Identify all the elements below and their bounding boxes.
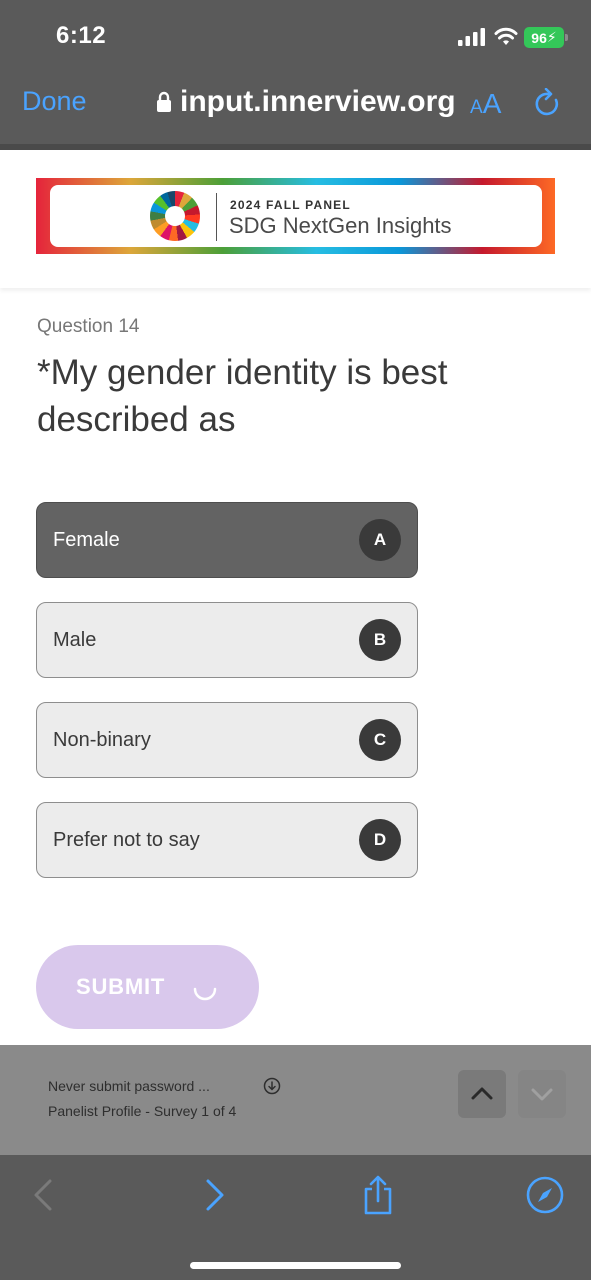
- banner-card: 2024 FALL PANEL SDG NextGen Insights: [50, 185, 542, 247]
- wifi-icon: [494, 27, 518, 45]
- header-banner-area: 2024 FALL PANEL SDG NextGen Insights: [0, 150, 591, 288]
- next-match-button[interactable]: [518, 1070, 566, 1118]
- aa-large: A: [482, 88, 502, 119]
- back-icon[interactable]: [24, 1175, 64, 1215]
- chevron-up-icon: [471, 1087, 493, 1100]
- home-indicator: [190, 1262, 401, 1269]
- sdg-wheel-logo: [150, 191, 200, 241]
- aa-small: A: [470, 97, 483, 118]
- browser-toolbar: Done input.innerview.org AA: [0, 72, 591, 150]
- status-time: 6:12: [56, 22, 107, 49]
- done-button[interactable]: Done: [22, 86, 87, 117]
- option-key-badge: A: [359, 519, 401, 561]
- option-key-badge: D: [359, 819, 401, 861]
- compass-icon[interactable]: [525, 1175, 565, 1215]
- chevron-down-icon: [531, 1088, 553, 1101]
- option-female[interactable]: Female A: [36, 502, 418, 578]
- option-label: Prefer not to say: [53, 828, 200, 851]
- text-size-button[interactable]: AA: [470, 88, 501, 120]
- lock-icon: [157, 91, 171, 112]
- battery-level: 96: [531, 29, 547, 46]
- url-text: input.innerview.org: [180, 85, 456, 118]
- signal-icon: [458, 28, 485, 46]
- find-page-title: Panelist Profile - Survey 1 of 4: [48, 1103, 237, 1119]
- option-label: Male: [53, 628, 97, 651]
- forward-icon[interactable]: [194, 1175, 234, 1215]
- option-label: Non-binary: [53, 728, 151, 751]
- reload-icon[interactable]: [533, 88, 563, 120]
- banner-kicker: 2024 FALL PANEL: [230, 198, 351, 212]
- sdg-banner: 2024 FALL PANEL SDG NextGen Insights: [36, 178, 555, 254]
- bottom-toolbar: [0, 1155, 591, 1280]
- status-bar: 6:12 96 ⚡: [0, 0, 591, 72]
- info-icon[interactable]: [263, 1077, 281, 1095]
- find-hint: Never submit password ...: [48, 1078, 210, 1094]
- battery-indicator: 96 ⚡: [524, 27, 568, 48]
- option-male[interactable]: Male B: [36, 602, 418, 678]
- submit-label: SUBMIT: [76, 974, 166, 999]
- option-label: Female: [53, 528, 120, 551]
- question-number: Question 14: [37, 316, 140, 337]
- option-key-badge: B: [359, 619, 401, 661]
- option-prefer-not-to-say[interactable]: Prefer not to say D: [36, 802, 418, 878]
- banner-divider: [216, 193, 217, 241]
- share-icon[interactable]: [358, 1175, 398, 1215]
- question-text: *My gender identity is best described as: [37, 353, 448, 439]
- option-key-badge: C: [359, 719, 401, 761]
- option-non-binary[interactable]: Non-binary C: [36, 702, 418, 778]
- spinner-icon: [193, 987, 217, 1001]
- url-bar[interactable]: input.innerview.org: [156, 85, 456, 119]
- banner-title: SDG NextGen Insights: [229, 213, 452, 238]
- previous-match-button[interactable]: [458, 1070, 506, 1118]
- find-bar: Never submit password ... Panelist Profi…: [0, 1045, 591, 1155]
- answer-options: Female A Male B Non-binary C Prefer not …: [36, 502, 418, 902]
- submit-button[interactable]: SUBMIT: [36, 945, 259, 1029]
